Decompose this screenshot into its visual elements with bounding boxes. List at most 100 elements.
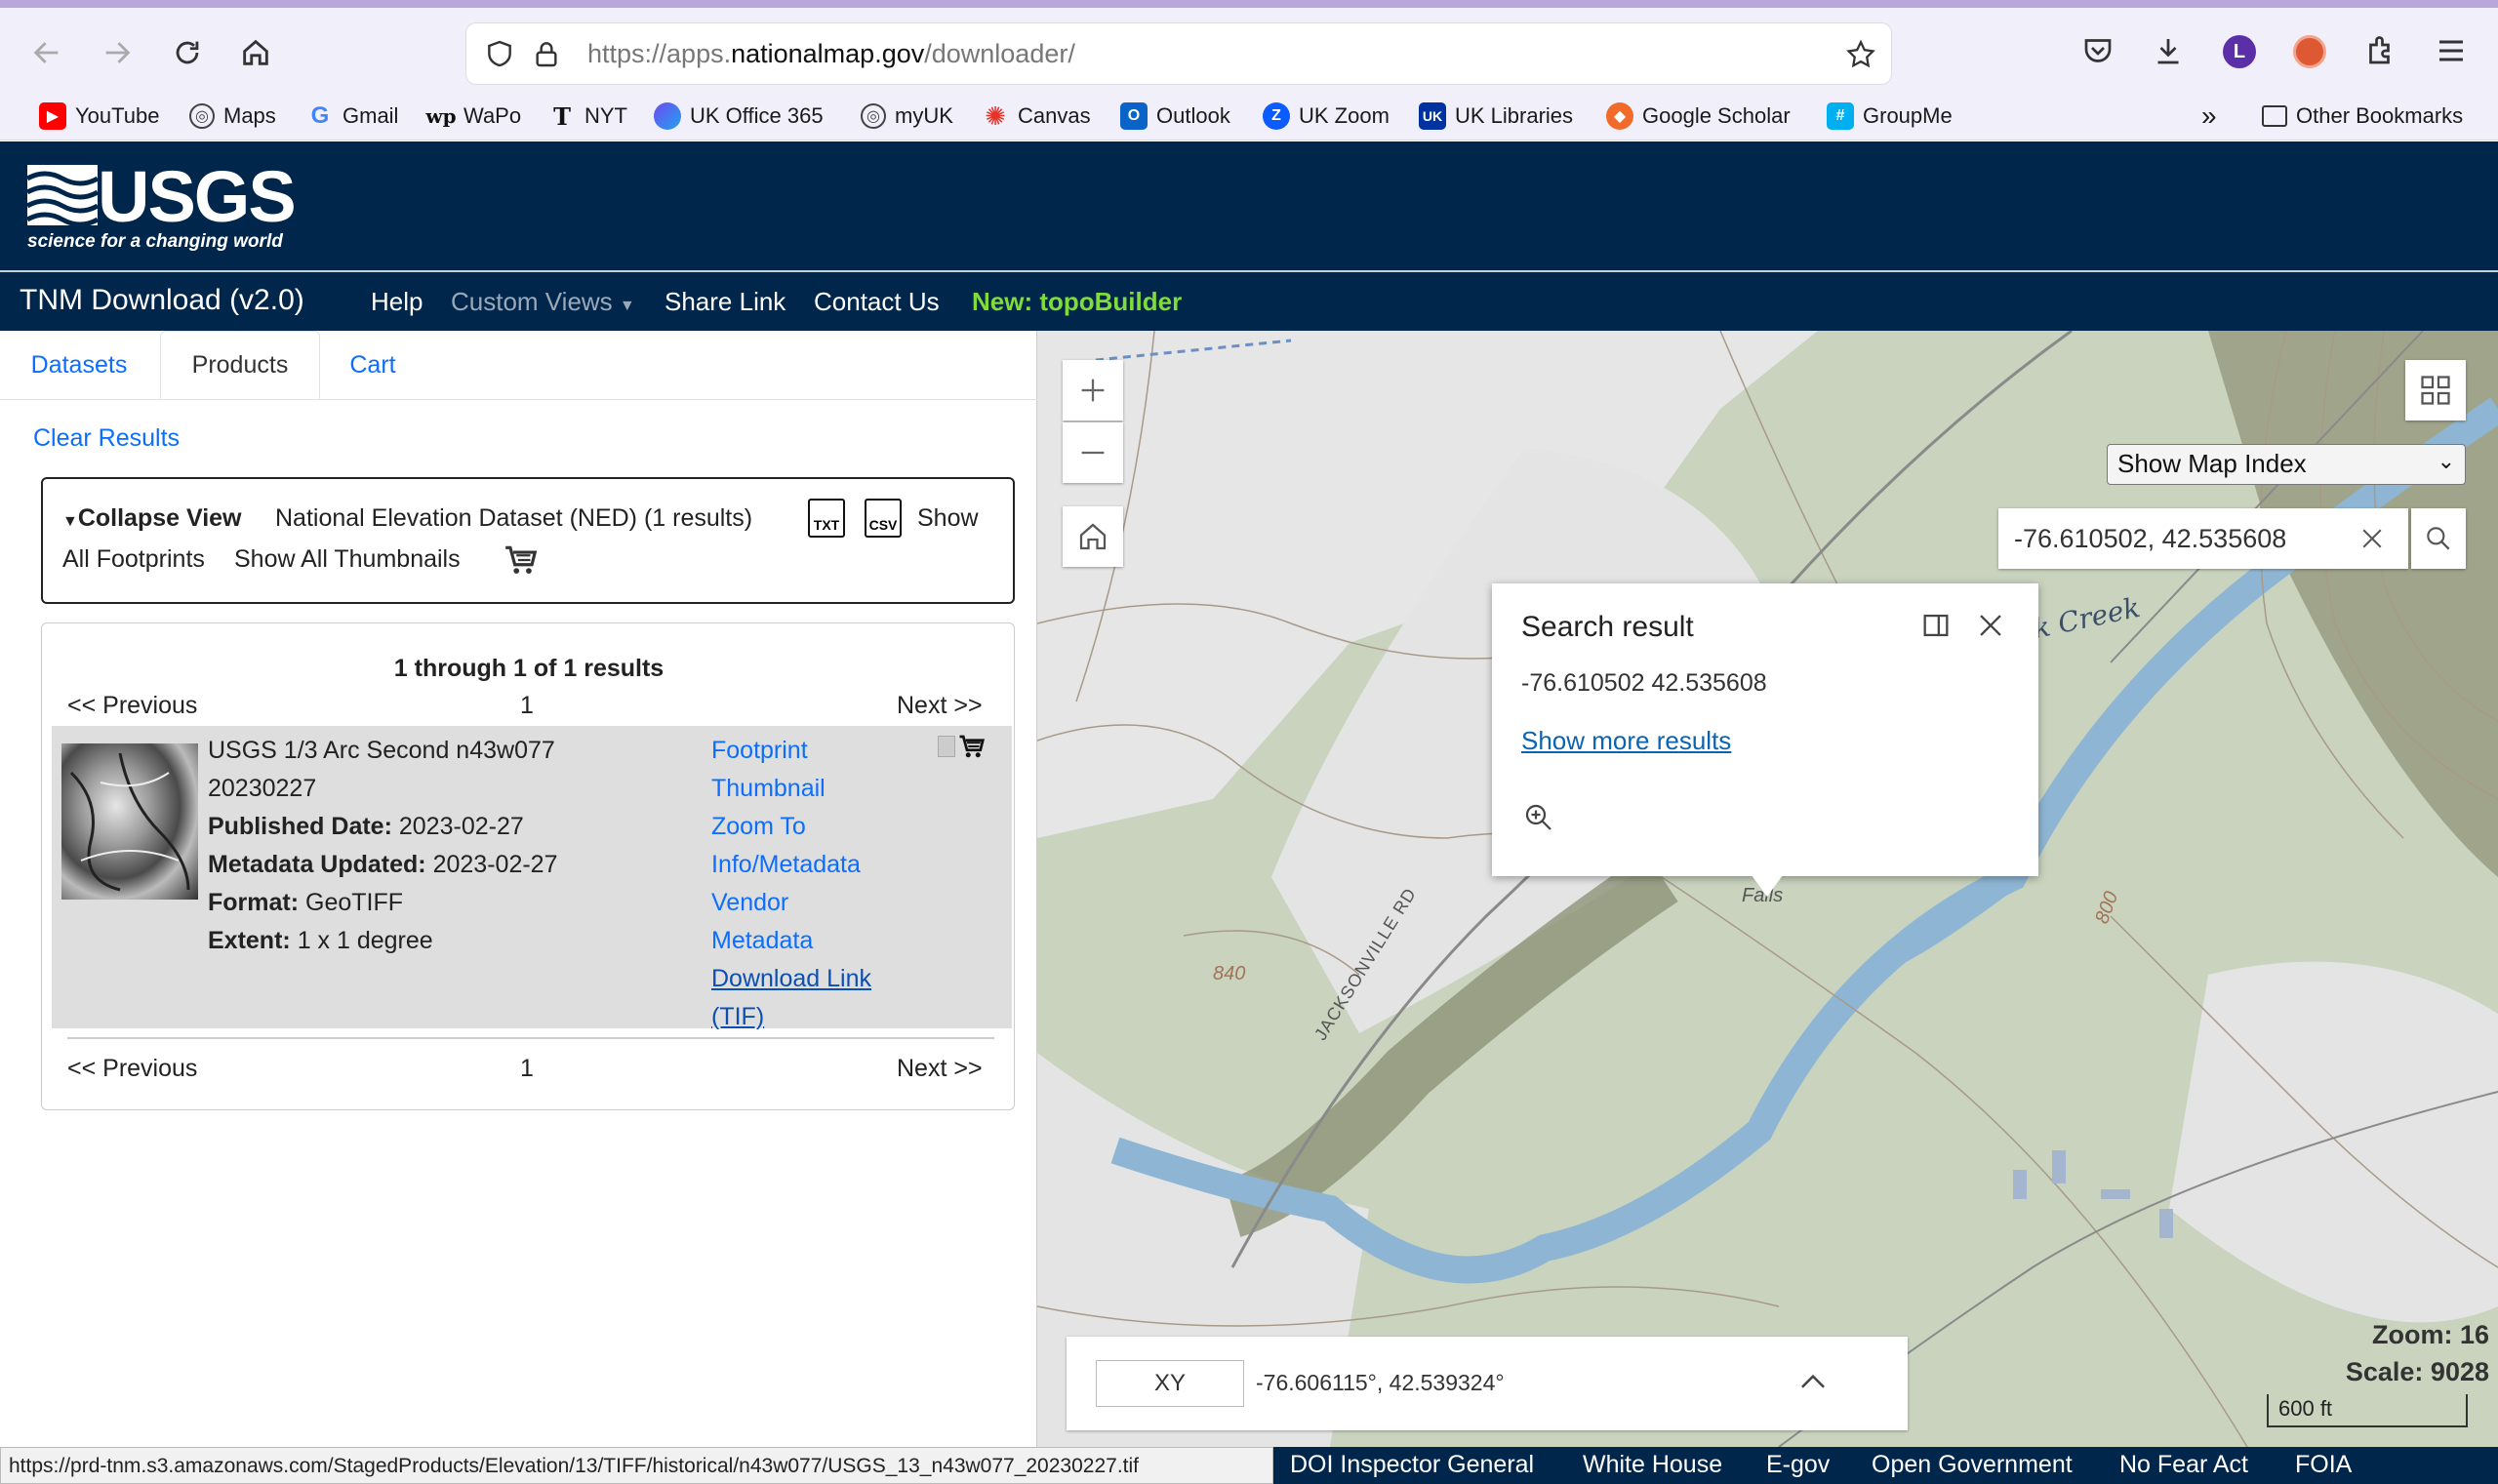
add-to-cart-icon[interactable] <box>957 732 987 761</box>
tab-products[interactable]: Products <box>160 331 320 399</box>
bookmark-outlook[interactable]: O Outlook <box>1120 100 1230 133</box>
bookmark-nyt[interactable]: T NYT <box>548 100 627 133</box>
chevron-up-icon[interactable] <box>1794 1364 1832 1401</box>
footer-open-government[interactable]: Open Government <box>1872 1451 2073 1479</box>
home-icon <box>243 39 268 65</box>
next-link-top[interactable]: Next >> <box>897 692 983 720</box>
bookmark-myuk[interactable]: ◎ myUK <box>861 100 953 133</box>
search-icon <box>2427 527 2450 550</box>
cart-add-all-icon[interactable] <box>502 541 541 579</box>
usgs-logo-text: USGS <box>98 156 297 237</box>
download-link-tif[interactable]: (TIF) <box>711 998 871 1036</box>
bookmark-wapo[interactable]: wp WaPo <box>425 100 521 133</box>
thumbnail-link[interactable]: Thumbnail <box>711 770 871 808</box>
bookmark-google-scholar[interactable]: ◆ Google Scholar <box>1606 100 1791 133</box>
csv-export-icon[interactable]: CSV <box>865 499 902 538</box>
basemap-gallery-button[interactable] <box>2405 360 2466 421</box>
page-number-top: 1 <box>520 692 534 719</box>
map-index-select[interactable]: Show Map Index ⌄ <box>2107 444 2466 485</box>
format: Format: GeoTIFF <box>208 889 404 916</box>
coordinate-mode-button[interactable]: XY <box>1096 1360 1244 1407</box>
outlook-icon: O <box>1120 102 1148 130</box>
popup-pointer <box>1752 875 1783 897</box>
zoom-to-icon[interactable] <box>1521 800 1556 835</box>
vendor-metadata-link[interactable]: Vendor <box>711 884 871 922</box>
more-bookmarks-chevron-icon[interactable]: » <box>2201 100 2217 133</box>
default-extent-button[interactable] <box>1063 506 1123 567</box>
back-button[interactable] <box>27 33 66 72</box>
bookmark-uk-zoom[interactable]: Z UK Zoom <box>1263 100 1390 133</box>
zoom-in-button[interactable] <box>1063 360 1123 421</box>
clear-results-link[interactable]: Clear Results <box>33 424 180 453</box>
other-bookmarks[interactable]: Other Bookmarks <box>2262 100 2463 133</box>
checkbox-icon[interactable] <box>938 736 955 757</box>
nav-share-link[interactable]: Share Link <box>665 287 786 317</box>
map-search-input[interactable]: -76.610502, 42.535608 <box>1998 508 2408 569</box>
app-navbar: TNM Download (v2.0) Help Custom Views ▼ … <box>0 270 2498 331</box>
tab-datasets[interactable]: Datasets <box>0 331 158 399</box>
popup-title: Search result <box>1521 611 1694 643</box>
bookmark-uk-office-365[interactable]: UK Office 365 <box>654 100 824 133</box>
extensions-icon[interactable] <box>2363 33 2398 68</box>
txt-export-icon[interactable]: TXT <box>808 499 845 538</box>
bookmark-maps[interactable]: ◎ Maps <box>189 100 276 133</box>
show-all-thumbnails-link[interactable]: Show All Thumbnails <box>234 545 461 574</box>
tab-cart[interactable]: Cart <box>326 331 420 399</box>
reload-button[interactable] <box>168 33 207 72</box>
clear-search-icon[interactable] <box>2357 524 2387 553</box>
nav-custom-views[interactable]: Custom Views ▼ <box>451 287 635 317</box>
footer-white-house[interactable]: White House <box>1583 1451 1722 1479</box>
result-links: Footprint Thumbnail Zoom To Info/Metadat… <box>711 732 871 1036</box>
lock-icon <box>536 42 557 67</box>
download-icon[interactable] <box>2151 33 2186 68</box>
elevation-thumbnail[interactable] <box>61 743 198 900</box>
nav-contact-us[interactable]: Contact Us <box>814 287 940 317</box>
app-title[interactable]: TNM Download (v2.0) <box>20 284 304 317</box>
show-all-footprints-link[interactable]: Show <box>917 504 979 533</box>
show-more-results-link[interactable]: Show more results <box>1521 726 1731 756</box>
bookmark-canvas[interactable]: ✺ Canvas <box>982 100 1091 133</box>
map-search-button[interactable] <box>2411 508 2466 569</box>
nav-help[interactable]: Help <box>371 287 423 317</box>
info-metadata-link[interactable]: Info/Metadata <box>711 846 871 884</box>
show-all-footprints-link-cont[interactable]: All Footprints <box>62 545 205 574</box>
star-icon[interactable] <box>1844 38 1877 71</box>
topo-map[interactable]: k Creek JACKSONVILLE RD 840 800 Falls Sh… <box>1037 331 2498 1447</box>
duckduckgo-icon[interactable] <box>2293 35 2326 68</box>
bookmarks-bar: ▶ YouTube ◎ Maps G Gmail wp WaPo T NYT UK Off… <box>0 92 2498 140</box>
zoom-to-link[interactable]: Zoom To <box>711 808 871 846</box>
pocket-icon[interactable] <box>2080 33 2115 68</box>
footprint-link[interactable]: Footprint <box>711 732 871 770</box>
zoom-out-button[interactable] <box>1063 422 1123 483</box>
dock-icon[interactable] <box>1919 609 1953 642</box>
footer-e-gov[interactable]: E-gov <box>1766 1451 1830 1479</box>
menu-icon[interactable] <box>2434 33 2469 68</box>
address-bar[interactable]: https://apps.nationalmap.gov/downloader/ <box>466 23 1891 84</box>
grid-icon <box>2421 376 2450 405</box>
chevron-down-icon: ⌄ <box>2437 449 2455 473</box>
previous-link-top[interactable]: << Previous <box>67 692 197 720</box>
nav-new-topobuilder[interactable]: New: topoBuilder <box>972 287 1182 317</box>
home-button[interactable] <box>236 33 275 72</box>
usgs-logo[interactable]: USGS science for a changing world <box>27 156 297 257</box>
bookmark-groupme[interactable]: # GroupMe <box>1827 100 1953 133</box>
page-number-bottom: 1 <box>520 1055 534 1082</box>
footer-foia[interactable]: FOIA <box>2295 1451 2352 1479</box>
results-divider <box>67 1037 994 1039</box>
previous-link-bottom[interactable]: << Previous <box>67 1055 197 1083</box>
arrow-left-icon <box>33 42 59 63</box>
bookmark-uk-libraries[interactable]: UK UK Libraries <box>1419 100 1573 133</box>
map-scale: Scale: 9028 <box>2345 1357 2489 1386</box>
vendor-metadata-link-cont[interactable]: Metadata <box>711 922 871 960</box>
forward-button[interactable] <box>98 33 137 72</box>
close-icon[interactable] <box>1974 609 2007 642</box>
bookmark-youtube[interactable]: ▶ YouTube <box>39 100 159 133</box>
next-link-bottom[interactable]: Next >> <box>897 1055 983 1083</box>
scholar-icon: ◆ <box>1606 102 1633 130</box>
profile-avatar[interactable]: L <box>2223 35 2256 68</box>
bookmark-gmail[interactable]: G Gmail <box>306 100 399 133</box>
download-link[interactable]: Download Link <box>711 960 871 998</box>
footer-no-fear-act[interactable]: No Fear Act <box>2119 1451 2248 1479</box>
footer-doi-inspector-general[interactable]: DOI Inspector General <box>1290 1451 1534 1479</box>
collapse-view-toggle[interactable]: ▼Collapse View <box>62 504 242 533</box>
